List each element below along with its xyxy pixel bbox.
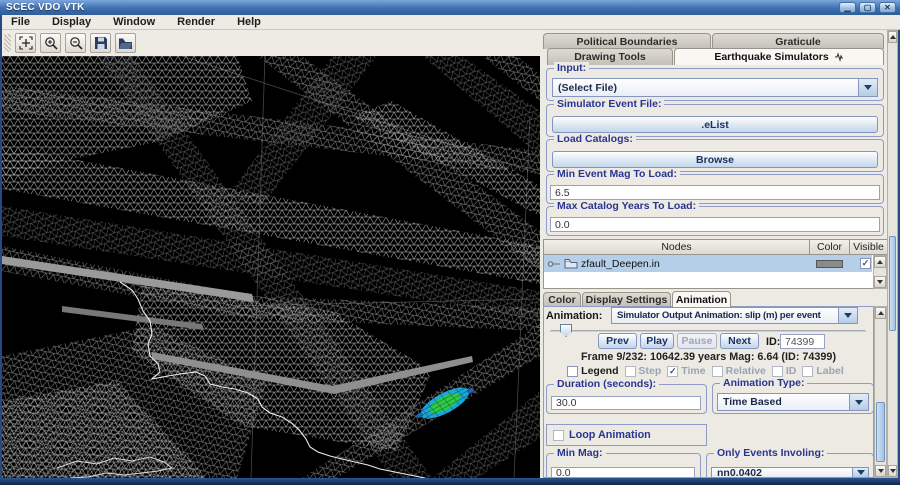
duration-field[interactable]: 30.0	[551, 396, 701, 410]
load-catalogs-group-label: Load Catalogs:	[554, 133, 636, 145]
window-bottom-border	[0, 478, 900, 485]
nodes-table-scrollbar[interactable]	[873, 255, 887, 289]
scroll-up-icon[interactable]	[888, 31, 897, 43]
zoom-out-button[interactable]	[65, 33, 86, 53]
window-left-border	[0, 15, 2, 485]
toolbar	[2, 30, 540, 56]
pause-button[interactable]: Pause	[677, 333, 717, 349]
only-events-label: Only Events Involing:	[714, 447, 827, 459]
minimize-button[interactable]: ▁	[839, 2, 856, 13]
animation-label: Animation:	[546, 310, 602, 322]
nodes-table: Nodes Color Visible zfault_Deepen.in ✓	[543, 239, 887, 289]
prev-button[interactable]: Prev	[598, 333, 637, 349]
animation-selector[interactable]: Simulator Output Animation: slip (m) per…	[611, 307, 858, 324]
loop-animation-checkbox[interactable]	[553, 430, 564, 441]
next-button[interactable]: Next	[720, 333, 759, 349]
reset-view-button[interactable]	[15, 33, 36, 53]
min-mag-label: Min Mag:	[554, 447, 606, 459]
nodes-column-header[interactable]: Nodes	[544, 240, 810, 255]
legend-checkbox[interactable]	[567, 366, 578, 377]
animation-panel-scrollbar[interactable]	[874, 306, 887, 478]
scroll-down-icon[interactable]	[874, 276, 886, 288]
event-file-group-label: Simulator Event File:	[554, 98, 664, 110]
open-folder-icon	[118, 37, 133, 50]
toolbar-grip[interactable]	[4, 34, 11, 52]
elist-button[interactable]: .eList	[552, 116, 878, 133]
tree-handle-icon[interactable]	[547, 259, 561, 269]
scroll-down-icon[interactable]	[875, 465, 886, 477]
save-button[interactable]	[90, 33, 111, 53]
min-event-mag-label: Min Event Mag To Load:	[554, 168, 680, 180]
dropdown-arrow-icon	[858, 79, 877, 96]
input-group-label: Input:	[554, 62, 589, 74]
close-button[interactable]: ✕	[879, 2, 896, 13]
label-checkbox[interactable]	[802, 366, 813, 377]
input-file-select[interactable]: (Select File)	[552, 78, 878, 97]
display-options-row: Legend Step ✓Time Relative ID Label	[543, 365, 874, 377]
scrollbar-thumb[interactable]	[889, 236, 896, 331]
scrollbar-thumb[interactable]	[876, 402, 885, 462]
menu-display[interactable]: Display	[41, 16, 102, 28]
menu-file[interactable]: File	[0, 16, 41, 28]
relative-checkbox[interactable]	[712, 366, 723, 377]
tab-earthquake-simulators[interactable]: Earthquake Simulators	[674, 48, 884, 65]
zoom-out-icon	[69, 36, 83, 50]
loop-animation-label: Loop Animation	[569, 429, 651, 441]
step-checkbox[interactable]	[625, 366, 636, 377]
dropdown-arrow-icon	[838, 308, 857, 323]
color-column-header[interactable]: Color	[810, 240, 850, 255]
maximize-button[interactable]: ▢	[859, 2, 876, 13]
duration-label: Duration (seconds):	[554, 378, 659, 390]
zoom-in-button[interactable]	[40, 33, 61, 53]
only-events-select[interactable]: nn0.0402	[711, 467, 869, 478]
tab-animation[interactable]: Animation	[672, 291, 731, 307]
animation-type-label: Animation Type:	[720, 377, 807, 389]
time-checkbox[interactable]: ✓	[667, 366, 678, 377]
scroll-down-icon[interactable]	[888, 465, 897, 477]
frame-status-text: Frame 9/232: 10642.39 years Mag: 6.64 (I…	[543, 351, 874, 363]
node-color-swatch[interactable]	[816, 260, 843, 268]
node-name: zfault_Deepen.in	[581, 258, 660, 270]
menu-render[interactable]: Render	[166, 16, 226, 28]
tab-political-boundaries[interactable]: Political Boundaries	[543, 33, 711, 49]
reset-view-icon	[19, 36, 33, 50]
dropdown-arrow-icon	[849, 394, 868, 410]
window-title: SCEC VDO VTK	[0, 2, 85, 13]
id-label: ID:	[766, 336, 780, 348]
scroll-up-icon[interactable]	[874, 256, 886, 268]
dropdown-arrow-icon	[852, 468, 868, 477]
fault-mesh-scene	[2, 56, 540, 478]
id-field[interactable]: 74399	[780, 334, 825, 349]
node-visible-checkbox[interactable]: ✓	[860, 258, 871, 269]
table-row[interactable]: zfault_Deepen.in ✓	[544, 255, 872, 272]
scroll-up-icon[interactable]	[875, 307, 886, 319]
panel-scrollbar[interactable]	[887, 30, 898, 478]
id-checkbox[interactable]	[772, 366, 783, 377]
earthquake-simulators-tab-icon	[834, 52, 844, 62]
open-folder-button[interactable]	[115, 33, 136, 53]
menu-window[interactable]: Window	[102, 16, 166, 28]
title-bar[interactable]: SCEC VDO VTK	[0, 0, 900, 15]
min-mag-field[interactable]: 0.0	[551, 467, 695, 478]
tab-color[interactable]: Color	[543, 292, 581, 306]
viewport-3d[interactable]	[2, 56, 540, 478]
min-event-mag-field[interactable]: 6.5	[550, 185, 880, 200]
menu-help[interactable]: Help	[226, 16, 272, 28]
max-catalog-years-label: Max Catalog Years To Load:	[554, 200, 699, 212]
tab-graticule[interactable]: Graticule	[712, 33, 884, 49]
browse-button[interactable]: Browse	[552, 151, 878, 168]
folder-icon	[564, 258, 578, 269]
menu-bar: File Display Window Render Help	[0, 15, 900, 30]
tab-display-settings[interactable]: Display Settings	[582, 292, 671, 306]
animation-type-select[interactable]: Time Based	[717, 393, 869, 411]
play-button[interactable]: Play	[640, 333, 674, 349]
application-window: SCEC VDO VTK ▁ ▢ ✕ File Display Window R…	[0, 0, 900, 485]
loop-animation-box: Loop Animation	[546, 424, 707, 446]
visible-column-header[interactable]: Visible	[850, 240, 887, 255]
save-icon	[94, 36, 108, 50]
zoom-in-icon	[44, 36, 58, 50]
max-catalog-years-field[interactable]: 0.0	[550, 217, 880, 232]
